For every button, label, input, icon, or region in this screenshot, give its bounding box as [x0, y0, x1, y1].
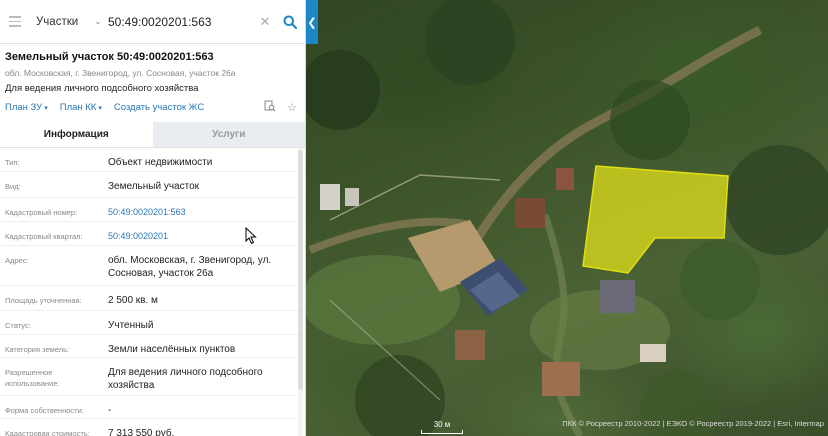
tree-cluster: [300, 50, 380, 130]
building-roof: [455, 330, 485, 360]
star-icon[interactable]: ☆: [284, 101, 300, 114]
info-row-cadastral-quarter: Кадастровый квартал: 50:49:0020201: [0, 222, 305, 246]
building-roof: [542, 362, 580, 396]
info-row-cadastral-value: Кадастровая стоимость: 7 313 550 руб.: [0, 419, 305, 436]
tab-bar: Информация Услуги: [0, 122, 305, 148]
menu-icon[interactable]: [0, 16, 28, 27]
info-row-area: Площадь уточненная: 2 500 кв. м: [0, 286, 305, 311]
info-row-kind: Вид: Земельный участок: [0, 172, 305, 198]
info-value: Учтенный: [108, 320, 154, 331]
info-label: Разрешенное использование:: [5, 368, 60, 388]
create-plot-link[interactable]: Создать участок ЖС: [114, 102, 204, 113]
tree-cluster: [425, 0, 515, 85]
search-document-icon[interactable]: [262, 100, 278, 115]
scrollbar-thumb[interactable]: [298, 150, 303, 390]
building-roof: [345, 188, 359, 206]
info-value: Земельный участок: [108, 181, 200, 192]
building-roof: [556, 168, 574, 190]
object-links: План ЗУ ▾ План КК ▾ Создать участок ЖС ☆: [0, 94, 305, 115]
info-label: Адрес:: [5, 256, 29, 265]
layer-select-value: Участки: [36, 15, 79, 28]
layer-select[interactable]: Участки ⌄: [28, 15, 102, 28]
tab-services[interactable]: Услуги: [152, 122, 305, 147]
tree-cluster: [610, 80, 690, 160]
info-list: Тип: Объект недвижимости Вид: Земельный …: [0, 148, 305, 436]
info-label: Кадастровый номер:: [5, 208, 78, 217]
object-title: Земельный участок 50:49:0020201:563: [5, 51, 214, 63]
cadastral-quarter-link[interactable]: 50:49:0020201: [108, 222, 287, 245]
info-label: Площадь уточненная:: [5, 296, 82, 305]
plan-zu-label: План ЗУ: [5, 102, 43, 113]
info-label: Тип:: [5, 158, 20, 167]
collapse-panel-button[interactable]: ❮: [306, 0, 318, 44]
info-value: Для ведения личного подсобного хозяйства: [108, 367, 263, 391]
building-roof: [600, 280, 635, 313]
plan-kk-label: План КК: [59, 102, 97, 113]
mouse-cursor-icon: [245, 227, 257, 245]
info-value: 7 313 550 руб.: [108, 428, 175, 436]
info-row-permitted-use: Разрешенное использование: Для ведения л…: [0, 358, 305, 396]
info-row-type: Тип: Объект недвижимости: [0, 148, 305, 172]
map-copyright: ПКК © Росреестр 2010-2022 | ЕЭКО © Росре…: [562, 419, 824, 428]
map-scale: 30 м: [421, 420, 463, 434]
building-roof: [320, 184, 340, 210]
close-icon[interactable]: ✕: [255, 14, 275, 30]
info-label: Форма собственности:: [5, 406, 84, 415]
info-value: Объект недвижимости: [108, 157, 213, 168]
info-panel: Участки ⌄ 50:49:0020201:563 ✕ Земельный …: [0, 0, 306, 436]
chevron-down-icon: ▾: [44, 105, 48, 112]
search-icon: [283, 15, 297, 29]
tree-cluster: [725, 145, 828, 255]
search-input[interactable]: 50:49:0020201:563: [100, 8, 255, 36]
info-value: Земли населённых пунктов: [108, 344, 236, 355]
info-label: Кадастровый квартал:: [5, 232, 83, 241]
object-purpose: Для ведения личного подсобного хозяйства: [5, 83, 199, 94]
info-scrollbar[interactable]: [298, 148, 303, 436]
info-label: Статус:: [5, 321, 31, 330]
search-bar: Участки ⌄ 50:49:0020201:563 ✕: [0, 0, 305, 44]
tree-cluster: [680, 240, 760, 320]
object-address: обл. Московская, г. Звенигород, ул. Сосн…: [5, 68, 236, 78]
info-value: 2 500 кв. м: [108, 295, 158, 306]
info-row-status: Статус: Учтенный: [0, 311, 305, 335]
building-roof: [640, 344, 666, 362]
info-row-ownership: Форма собственности: -: [0, 396, 305, 419]
scale-bar: [421, 430, 463, 434]
plan-zu-link[interactable]: План ЗУ ▾: [5, 102, 48, 113]
info-value: обл. Московская, г. Звенигород, ул. Сосн…: [108, 255, 272, 279]
info-row-address: Адрес: обл. Московская, г. Звенигород, у…: [0, 246, 305, 286]
info-label: Вид:: [5, 182, 21, 191]
plan-kk-link[interactable]: План КК ▾: [60, 102, 102, 113]
info-row-cadastral-number: Кадастровый номер: 50:49:0020201:563: [0, 198, 305, 222]
scale-label: 30 м: [433, 420, 451, 429]
info-label: Категория земель:: [5, 345, 70, 354]
tab-information[interactable]: Информация: [0, 122, 153, 147]
cadastral-number-link[interactable]: 50:49:0020201:563: [108, 198, 287, 221]
info-row-land-category: Категория земель: Земли населённых пункт…: [0, 335, 305, 358]
chevron-left-icon: ❮: [307, 16, 317, 29]
info-label: Кадастровая стоимость:: [5, 429, 90, 436]
building-roof: [515, 198, 545, 228]
chevron-down-icon: ▾: [98, 105, 102, 112]
search-button[interactable]: [275, 15, 305, 29]
info-value: -: [108, 405, 112, 416]
